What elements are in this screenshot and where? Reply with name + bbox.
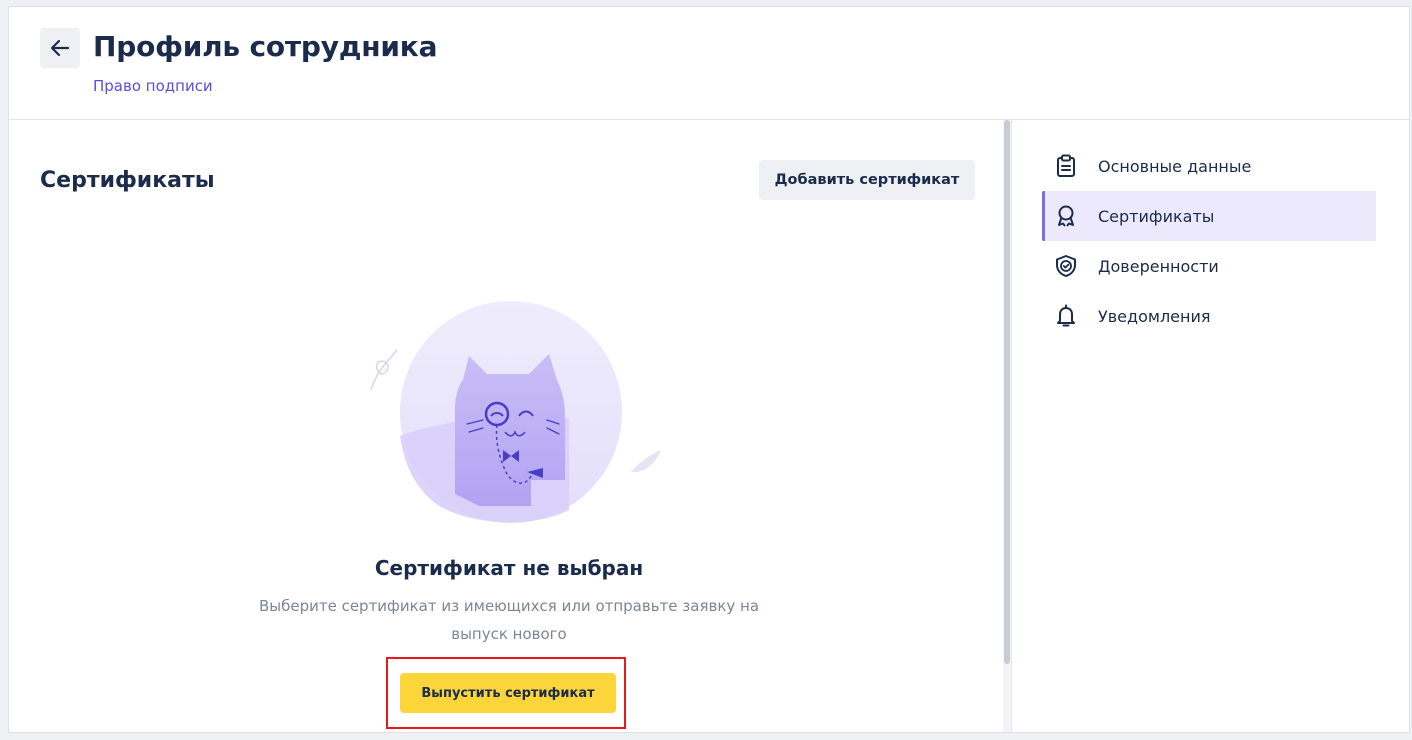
scrollbar-thumb[interactable] (1004, 120, 1010, 664)
clipboard-icon (1054, 154, 1078, 178)
bell-icon (1054, 304, 1078, 328)
certificates-panel: Сертификаты Добавить сертификат Сертифик… (9, 120, 1011, 732)
profile-sidebar: Основные данные Сертификаты Доверенности (1011, 120, 1409, 732)
sidebar-item-label: Доверенности (1098, 256, 1219, 276)
section-title: Сертификаты (40, 168, 215, 193)
cat-with-monocle-illustration (370, 301, 661, 523)
empty-state-description: Выберите сертификат из имеющихся или отп… (258, 597, 760, 643)
sidebar-item-main-data[interactable]: Основные данные (1042, 141, 1376, 191)
sidebar-item-label: Сертификаты (1098, 206, 1215, 226)
back-button[interactable] (40, 28, 80, 68)
arrow-left-icon (50, 39, 70, 57)
issue-certificate-button[interactable]: Выпустить сертификат (400, 673, 616, 713)
sidebar-item-label: Уведомления (1098, 306, 1211, 326)
empty-state-title: Сертификат не выбран (374, 556, 644, 580)
sidebar-item-certificates[interactable]: Сертификаты (1042, 191, 1376, 241)
shield-check-icon (1054, 254, 1078, 278)
profile-card: Профиль сотрудника Право подписи Сертифи… (8, 6, 1410, 733)
page-title: Профиль сотрудника (93, 30, 438, 63)
page-header: Профиль сотрудника Право подписи (9, 7, 1409, 120)
breadcrumb-link[interactable]: Право подписи (93, 77, 213, 95)
scrollbar[interactable] (1003, 120, 1011, 732)
sidebar-item-notifications[interactable]: Уведомления (1042, 291, 1376, 341)
add-certificate-button[interactable]: Добавить сертификат (759, 160, 975, 200)
sidebar-item-label: Основные данные (1098, 156, 1252, 176)
sidebar-item-powers-of-attorney[interactable]: Доверенности (1042, 241, 1376, 291)
award-icon (1054, 204, 1078, 228)
